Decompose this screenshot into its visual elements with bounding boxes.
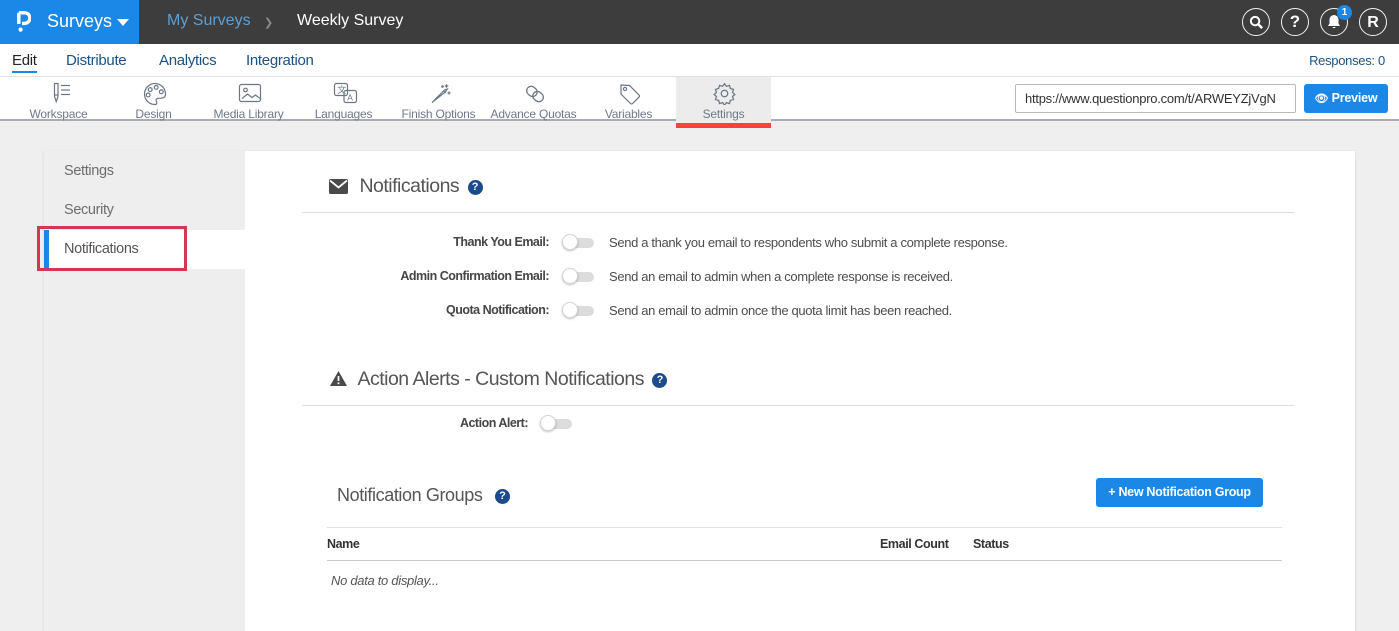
svg-text:A: A: [347, 93, 353, 103]
svg-text:文: 文: [337, 84, 346, 95]
